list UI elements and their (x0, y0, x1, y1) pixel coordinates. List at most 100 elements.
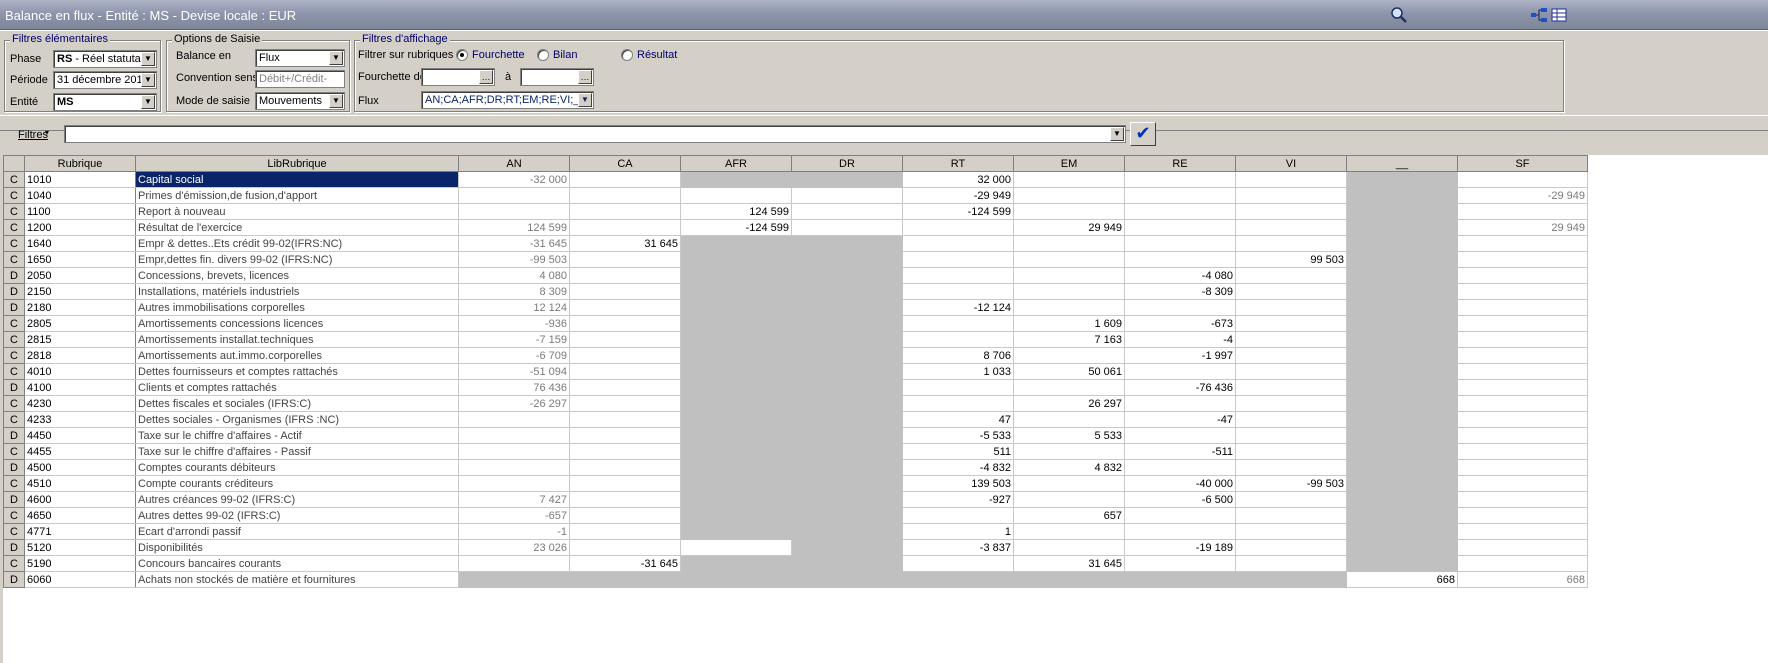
value-cell-ca[interactable] (569, 571, 681, 588)
value-cell-sf[interactable] (1457, 539, 1588, 556)
sens-cell[interactable]: C (3, 347, 25, 364)
librubrique-cell[interactable]: Comptes courants débiteurs (135, 459, 459, 476)
rubrique-cell[interactable]: 2150 (24, 283, 136, 300)
rubrique-cell[interactable]: 5120 (24, 539, 136, 556)
value-cell-em[interactable] (1013, 251, 1125, 268)
value-cell-re[interactable]: -8 309 (1124, 283, 1236, 300)
value-cell-u[interactable] (1346, 299, 1458, 316)
value-cell-re[interactable]: -673 (1124, 315, 1236, 332)
value-cell-ca[interactable] (569, 331, 681, 348)
value-cell-ca[interactable] (569, 251, 681, 268)
value-cell-rt[interactable] (902, 283, 1014, 300)
value-cell-ca[interactable] (569, 299, 681, 316)
value-cell-em[interactable] (1013, 203, 1125, 220)
rubrique-cell[interactable]: 2180 (24, 299, 136, 316)
flux-select[interactable]: AN;CA;AFR;DR;RT;EM;RE;VI;__; ▼ (421, 91, 594, 109)
value-cell-afr[interactable] (680, 539, 792, 556)
value-cell-afr[interactable] (680, 299, 792, 316)
table-row[interactable]: C 1640 Empr & dettes..Ets crédit 99-02(IFR… (3, 235, 1588, 252)
column-header[interactable]: VI (1235, 155, 1347, 172)
value-cell-u[interactable] (1346, 475, 1458, 492)
chevron-down-icon[interactable]: ▼ (141, 95, 155, 109)
librubrique-cell[interactable]: Amortissements concessions licences (135, 315, 459, 332)
value-cell-vi[interactable] (1235, 427, 1347, 444)
value-cell-sf[interactable] (1457, 235, 1588, 252)
value-cell-ca[interactable] (569, 187, 681, 204)
table-row[interactable]: D 6060 Achats non stockés de matière et fo… (3, 571, 1588, 588)
value-cell-ca[interactable] (569, 315, 681, 332)
value-cell-rt[interactable]: 1 (902, 523, 1014, 540)
value-cell-em[interactable]: 50 061 (1013, 363, 1125, 380)
value-cell-vi[interactable] (1235, 491, 1347, 508)
value-cell-sf[interactable] (1457, 379, 1588, 396)
table-row[interactable]: D 4100 Clients et comptes rattachés 76 436 -… (3, 379, 1588, 396)
radio-fourchette[interactable] (456, 49, 468, 61)
rubrique-cell[interactable]: 4771 (24, 523, 136, 540)
value-cell-rt[interactable] (902, 555, 1014, 572)
value-cell-rt[interactable] (902, 507, 1014, 524)
value-cell-an[interactable] (458, 443, 570, 460)
value-cell-vi[interactable] (1235, 411, 1347, 428)
table-row[interactable]: C 4771 Ecart d'arrondi passif -1 1 (3, 523, 1588, 540)
value-cell-ca[interactable] (569, 523, 681, 540)
value-cell-u[interactable] (1346, 267, 1458, 284)
sens-cell[interactable]: D (3, 379, 25, 396)
table-row[interactable]: D 2150 Installations, matériels industriel… (3, 283, 1588, 300)
sens-cell[interactable]: C (3, 411, 25, 428)
table-row[interactable]: D 4600 Autres créances 99-02 (IFRS:C) 7 427… (3, 491, 1588, 508)
value-cell-rt[interactable] (902, 235, 1014, 252)
value-cell-em[interactable]: 1 609 (1013, 315, 1125, 332)
value-cell-u[interactable] (1346, 187, 1458, 204)
value-cell-vi[interactable]: 99 503 (1235, 251, 1347, 268)
value-cell-rt[interactable]: -927 (902, 491, 1014, 508)
table-row[interactable]: D 4450 Taxe sur le chiffre d'affaires - Ac… (3, 427, 1588, 444)
value-cell-vi[interactable] (1235, 379, 1347, 396)
rubrique-cell[interactable]: 4230 (24, 395, 136, 412)
value-cell-ca[interactable] (569, 395, 681, 412)
value-cell-dr[interactable] (791, 475, 903, 492)
value-cell-em[interactable] (1013, 411, 1125, 428)
value-cell-rt[interactable]: -3 837 (902, 539, 1014, 556)
value-cell-afr[interactable] (680, 315, 792, 332)
value-cell-sf[interactable] (1457, 315, 1588, 332)
value-cell-an[interactable]: -32 000 (458, 171, 570, 188)
value-cell-u[interactable] (1346, 507, 1458, 524)
value-cell-rt[interactable] (902, 251, 1014, 268)
value-cell-u[interactable] (1346, 459, 1458, 476)
value-cell-re[interactable] (1124, 427, 1236, 444)
sens-cell[interactable]: C (3, 555, 25, 572)
rubrique-cell[interactable]: 2050 (24, 267, 136, 284)
value-cell-u[interactable] (1346, 251, 1458, 268)
value-cell-vi[interactable] (1235, 203, 1347, 220)
value-cell-u[interactable] (1346, 283, 1458, 300)
table-row[interactable]: C 5190 Concours bancaires courants -31 645 3… (3, 555, 1588, 572)
value-cell-re[interactable]: -6 500 (1124, 491, 1236, 508)
value-cell-em[interactable] (1013, 171, 1125, 188)
chevron-down-icon[interactable]: ▼ (329, 51, 343, 65)
column-header[interactable]: __ (1346, 155, 1458, 172)
rubrique-cell[interactable]: 1650 (24, 251, 136, 268)
value-cell-u[interactable] (1346, 331, 1458, 348)
column-header[interactable]: AN (458, 155, 570, 172)
sens-cell[interactable]: D (3, 459, 25, 476)
sens-cell[interactable]: D (3, 299, 25, 316)
value-cell-re[interactable] (1124, 171, 1236, 188)
radio-resultat[interactable] (621, 49, 633, 61)
value-cell-em[interactable] (1013, 187, 1125, 204)
value-cell-dr[interactable] (791, 411, 903, 428)
value-cell-re[interactable] (1124, 219, 1236, 236)
value-cell-dr[interactable] (791, 427, 903, 444)
value-cell-ca[interactable] (569, 491, 681, 508)
value-cell-dr[interactable] (791, 171, 903, 188)
value-cell-em[interactable]: 5 533 (1013, 427, 1125, 444)
value-cell-afr[interactable] (680, 347, 792, 364)
table-row[interactable]: C 2818 Amortissements aut.immo.corporelles… (3, 347, 1588, 364)
table-row[interactable]: D 2180 Autres immobilisations corporelles 1… (3, 299, 1588, 316)
librubrique-cell[interactable]: Disponibilités (135, 539, 459, 556)
value-cell-sf[interactable] (1457, 347, 1588, 364)
value-cell-re[interactable] (1124, 555, 1236, 572)
value-cell-afr[interactable] (680, 507, 792, 524)
value-cell-an[interactable] (458, 571, 570, 588)
value-cell-re[interactable] (1124, 299, 1236, 316)
value-cell-rt[interactable]: 139 503 (902, 475, 1014, 492)
